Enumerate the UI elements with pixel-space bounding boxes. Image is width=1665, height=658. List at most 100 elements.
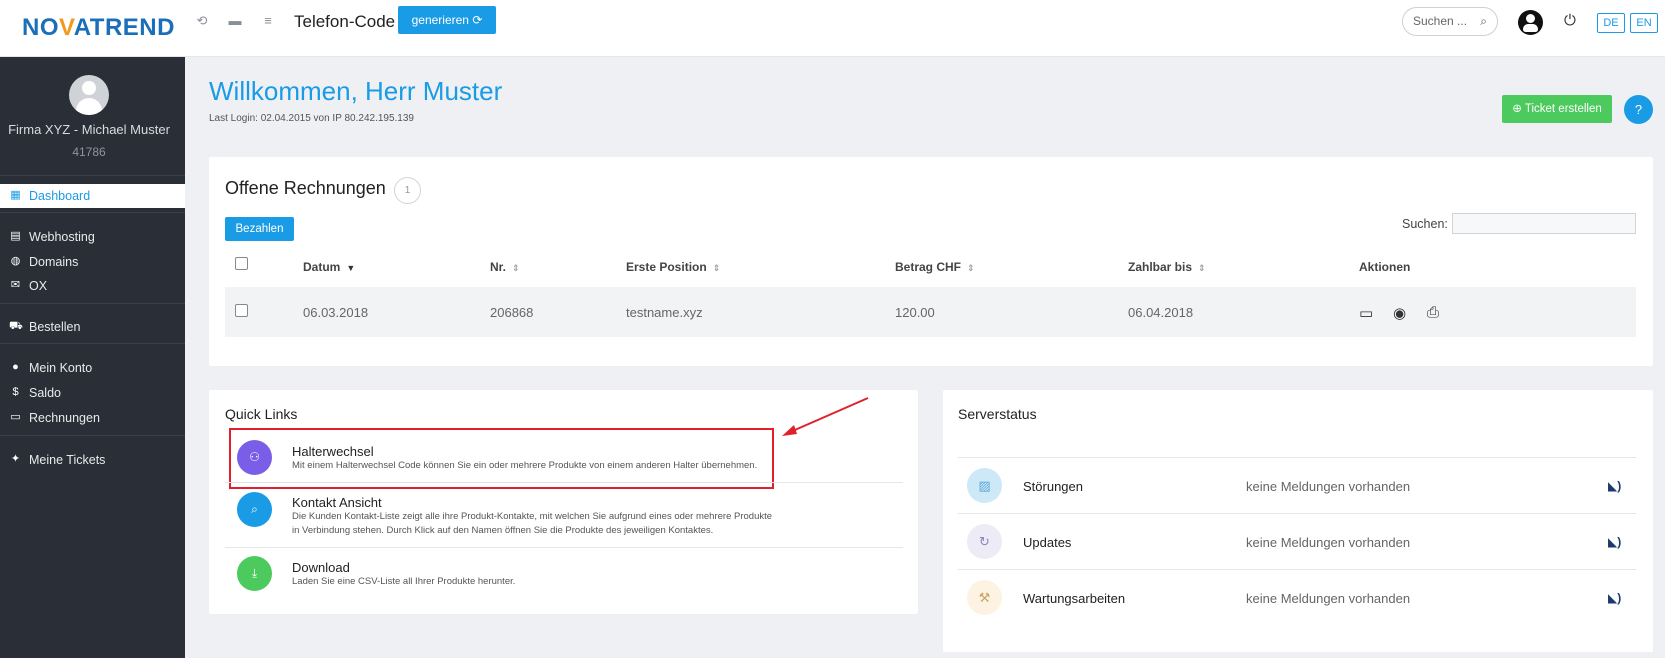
divider	[0, 175, 185, 176]
sidebar: Firma XYZ - Michael Muster 41786 ▦ Dashb…	[0, 57, 185, 658]
sidebar-item-rechnungen[interactable]: ▭ Rechnungen	[0, 406, 185, 430]
sidebar-item-label: Domains	[29, 255, 79, 269]
quick-link-desc: Laden Sie eine CSV-Liste all Ihrer Produ…	[292, 576, 516, 587]
lang-de-button[interactable]: DE	[1597, 13, 1625, 33]
status-message: keine Meldungen vorhanden	[1246, 591, 1411, 606]
table-search-label: Suchen:	[1402, 217, 1448, 231]
sort-icon: ⇕	[1198, 263, 1206, 273]
server-icon: ▤	[10, 230, 21, 242]
divider	[958, 457, 1636, 458]
pay-button[interactable]: Bezahlen	[225, 217, 294, 241]
last-login-info: Last Login: 02.04.2015 von IP 80.242.195…	[209, 113, 414, 124]
avatar	[69, 75, 109, 115]
divider	[0, 212, 185, 213]
cell-nr: 206868	[490, 305, 534, 320]
divider	[958, 569, 1636, 570]
sidebar-item-saldo[interactable]: $ Saldo	[0, 381, 185, 405]
generate-button[interactable]: generieren ⟳	[398, 6, 496, 34]
download-icon: ⤓	[237, 556, 272, 591]
divider	[225, 547, 903, 548]
sidebar-item-label: Dashboard	[29, 189, 91, 203]
divider	[225, 482, 903, 483]
column-header-erste-position[interactable]: Erste Position ⇕	[626, 260, 720, 274]
server-list-icon[interactable]: ≡	[260, 13, 276, 29]
status-name: Störungen	[1023, 479, 1083, 494]
eye-icon[interactable]: ◉	[1393, 304, 1406, 322]
sidebar-item-meine-tickets[interactable]: ✦ Meine Tickets	[0, 448, 185, 472]
cell-due: 06.04.2018	[1128, 305, 1194, 320]
top-bar: NOVATREND ⟲ ▬ ≡ Telefon-Code generieren …	[0, 0, 1665, 57]
server-status-card	[943, 390, 1653, 652]
sidebar-item-label: Saldo	[29, 386, 61, 400]
quick-links-title: Quick Links	[225, 406, 298, 422]
mail-icon: ✉	[10, 279, 21, 291]
chat-icon[interactable]: ▬	[227, 13, 243, 29]
invoices-title: Offene Rechnungen	[225, 178, 386, 198]
sidebar-item-label: OX	[29, 279, 48, 293]
divider	[958, 513, 1636, 514]
help-button[interactable]: ?	[1624, 95, 1653, 124]
lang-en-button[interactable]: EN	[1630, 13, 1658, 33]
quick-link-desc: Die Kunden Kontakt-Liste zeigt alle ihre…	[292, 511, 773, 522]
table-search-input[interactable]	[1452, 213, 1636, 234]
sidebar-item-label: Mein Konto	[29, 361, 93, 375]
outage-icon: ▨	[967, 468, 1002, 503]
novatrend-logo[interactable]: NOVATREND	[22, 14, 175, 42]
welcome-heading: Willkommen, Herr Muster	[209, 76, 503, 106]
maintenance-icon: ⚒	[967, 580, 1002, 615]
sidebar-item-label: Bestellen	[29, 320, 81, 334]
divider	[0, 303, 185, 304]
ticket-icon: ✦	[10, 453, 21, 465]
highlight-box	[229, 428, 774, 489]
column-header-zahlbar-bis[interactable]: Zahlbar bis ⇕	[1128, 260, 1206, 274]
column-header-betrag[interactable]: Betrag CHF ⇕	[895, 260, 975, 274]
credit-card-icon: ▭	[10, 411, 21, 423]
customer-number: 41786	[72, 145, 106, 159]
sort-icon: ⇕	[967, 263, 975, 273]
create-ticket-button[interactable]: ⊕ Ticket erstellen	[1502, 95, 1612, 123]
sidebar-item-label: Rechnungen	[29, 411, 100, 425]
column-header-datum[interactable]: Datum ▼	[303, 260, 355, 274]
rss-icon[interactable]: ◣)	[1608, 479, 1621, 493]
cell-position: testname.xyz	[626, 305, 703, 320]
row-checkbox[interactable]	[235, 304, 248, 317]
quick-link-download[interactable]: Download	[292, 560, 350, 575]
cell-amount: 120.00	[895, 305, 935, 320]
search-icon[interactable]: ⌕	[1480, 8, 1487, 35]
sidebar-item-webhosting[interactable]: ▤ Webhosting	[0, 225, 185, 249]
sort-icon: ⇕	[712, 263, 721, 273]
column-header-nr[interactable]: Nr. ⇕	[490, 260, 520, 274]
sidebar-item-ox[interactable]: ✉ OX	[0, 274, 185, 298]
account-icon: ●	[12, 361, 19, 373]
status-message: keine Meldungen vorhanden	[1246, 535, 1411, 550]
print-icon[interactable]: ⎙	[1427, 304, 1439, 321]
server-status-title: Serverstatus	[958, 406, 1037, 422]
quick-link-desc: in Verbindung stehen. Durch Klick auf de…	[292, 525, 714, 536]
page-title: Telefon-Code	[294, 12, 396, 31]
quick-link-kontakt-ansicht[interactable]: Kontakt Ansicht	[292, 495, 382, 510]
select-all-checkbox[interactable]	[235, 257, 248, 270]
power-icon[interactable]: ⏻	[1564, 12, 1576, 29]
sidebar-item-dashboard[interactable]: ▦ Dashboard	[0, 184, 185, 208]
divider	[0, 435, 185, 436]
sidebar-item-mein-konto[interactable]: ● Mein Konto	[0, 356, 185, 380]
sidebar-item-label: Webhosting	[29, 230, 95, 244]
company-name: Firma XYZ - Michael Muster	[8, 122, 170, 137]
column-header-aktionen: Aktionen	[1359, 260, 1411, 274]
back-icon[interactable]: ⟲	[194, 13, 210, 29]
credit-card-icon[interactable]: ▭	[1359, 304, 1373, 322]
user-account-icon[interactable]	[1518, 10, 1543, 35]
rss-icon[interactable]: ◣)	[1608, 535, 1621, 549]
status-name: Wartungsarbeiten	[1023, 591, 1126, 606]
rss-icon[interactable]: ◣)	[1608, 591, 1621, 605]
sidebar-item-domains[interactable]: ◍ Domains	[0, 250, 185, 274]
search-placeholder: Suchen ...	[1413, 14, 1468, 28]
status-message: keine Meldungen vorhanden	[1246, 479, 1411, 494]
divider	[0, 343, 185, 344]
annotation-arrow	[782, 397, 869, 436]
status-name: Updates	[1023, 535, 1072, 550]
sidebar-item-bestellen[interactable]: ⛟ Bestellen	[0, 315, 185, 339]
invoice-count-badge: 1	[394, 177, 421, 204]
search-input[interactable]: Suchen ... ⌕	[1402, 7, 1498, 36]
update-icon: ↻	[967, 524, 1002, 559]
